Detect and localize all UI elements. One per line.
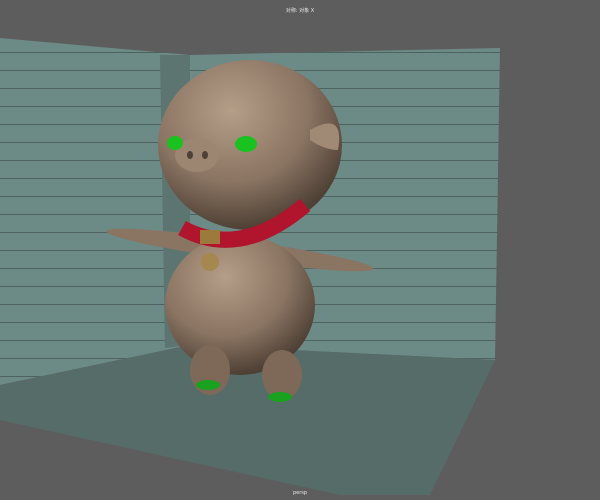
left-eye [167,136,183,150]
right-eye [235,136,257,152]
camera-name-label: persp [292,490,308,496]
symmetry-indicator: 对称: 对象 X [285,8,315,14]
3d-viewport[interactable] [0,0,600,500]
